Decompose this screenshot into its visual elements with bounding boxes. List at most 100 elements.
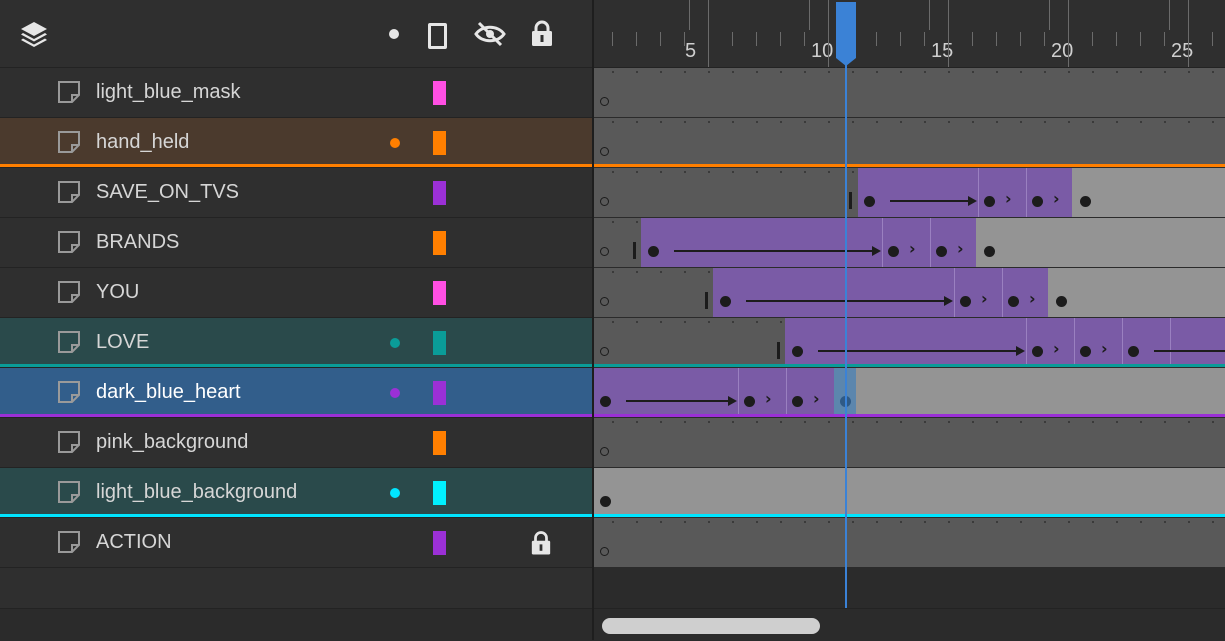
empty-keyframe[interactable] <box>600 297 609 306</box>
timeline-track[interactable] <box>594 418 1225 468</box>
layer-color-swatch[interactable] <box>433 131 446 155</box>
timeline-track[interactable] <box>594 468 1225 518</box>
timeline-track[interactable]: › › <box>594 318 1225 368</box>
layer-row[interactable]: light_blue_background <box>0 468 593 518</box>
keyframe[interactable] <box>1080 196 1091 207</box>
layer-row[interactable]: hand_held <box>0 118 593 168</box>
empty-keyframe[interactable] <box>600 197 609 206</box>
layer-lock-icon[interactable] <box>530 530 552 556</box>
frame-marker <box>660 421 662 423</box>
layer-row[interactable]: pink_background <box>0 418 593 468</box>
keyframe[interactable] <box>1008 296 1019 307</box>
layer-color-swatch[interactable] <box>433 481 446 505</box>
keyframe[interactable] <box>1032 196 1043 207</box>
layer-color-swatch[interactable] <box>433 231 446 255</box>
layer-active-dot[interactable] <box>390 138 400 148</box>
layer-name[interactable]: light_blue_background <box>96 481 297 504</box>
layer-name[interactable]: pink_background <box>96 431 248 454</box>
layer-row[interactable]: BRANDS <box>0 218 593 268</box>
layer-color-swatch[interactable] <box>433 431 446 455</box>
keyframe[interactable] <box>600 396 611 407</box>
empty-keyframe[interactable] <box>600 347 609 356</box>
lock-icon[interactable] <box>530 20 554 47</box>
keyframe[interactable] <box>984 196 995 207</box>
keyframe[interactable] <box>936 246 947 257</box>
layer-name[interactable]: ACTION <box>96 531 172 554</box>
keyframe[interactable] <box>1128 346 1139 357</box>
layer-name[interactable]: hand_held <box>96 131 189 154</box>
timeline-track[interactable] <box>594 518 1225 568</box>
layer-active-dot[interactable] <box>390 388 400 398</box>
layer-row[interactable]: LOVE <box>0 318 593 368</box>
hold-span[interactable] <box>834 368 1225 417</box>
empty-keyframe[interactable] <box>600 97 609 106</box>
visibility-off-icon[interactable] <box>474 20 506 48</box>
outline-icon[interactable] <box>428 23 447 49</box>
tween-chevron: › <box>813 389 820 408</box>
keyframe[interactable] <box>960 296 971 307</box>
keyframe[interactable] <box>744 396 755 407</box>
keyframe-divider <box>1026 168 1027 217</box>
timeline-track[interactable] <box>594 68 1225 118</box>
tween-span[interactable] <box>785 318 1225 367</box>
layer-row[interactable]: dark_blue_heart <box>0 368 593 418</box>
keyframe[interactable] <box>648 246 659 257</box>
empty-keyframe[interactable] <box>600 547 609 556</box>
layer-color-swatch[interactable] <box>433 531 446 555</box>
layer-row[interactable]: YOU <box>0 268 593 318</box>
layer-color-swatch[interactable] <box>433 81 446 105</box>
timeline-track[interactable] <box>594 118 1225 168</box>
tween-span[interactable] <box>594 368 834 417</box>
timeline-track[interactable]: › › <box>594 168 1225 218</box>
frame-ruler[interactable]: 5 10 15 20 25 <box>594 0 1225 68</box>
layer-color-swatch[interactable] <box>433 381 446 405</box>
layer-color-swatch[interactable] <box>433 281 446 305</box>
layer-name[interactable]: light_blue_mask <box>96 81 241 104</box>
keyframe[interactable] <box>600 496 611 507</box>
timeline-track[interactable]: › › <box>594 218 1225 268</box>
frame-marker <box>612 121 614 123</box>
layers-icon[interactable] <box>19 20 49 50</box>
tween-arrow <box>626 400 730 402</box>
frame-marker <box>636 221 638 223</box>
frame-marker <box>708 321 710 323</box>
tween-arrowhead <box>872 246 881 256</box>
layer-row[interactable]: ACTION <box>0 518 593 568</box>
layer-active-dot[interactable] <box>390 488 400 498</box>
keyframe[interactable] <box>864 196 875 207</box>
horizontal-scrollbar-thumb[interactable] <box>602 618 820 634</box>
layer-color-swatch[interactable] <box>433 181 446 205</box>
frame-marker <box>828 421 830 423</box>
keyframe[interactable] <box>1032 346 1043 357</box>
layer-name[interactable]: dark_blue_heart <box>96 381 241 404</box>
keyframe[interactable] <box>888 246 899 257</box>
layer-active-dot[interactable] <box>390 338 400 348</box>
layer-row[interactable]: SAVE_ON_TVS <box>0 168 593 218</box>
empty-keyframe[interactable] <box>600 147 609 156</box>
keyframe[interactable] <box>1056 296 1067 307</box>
empty-keyframe[interactable] <box>600 447 609 456</box>
keyframe[interactable] <box>1080 346 1091 357</box>
layer-name[interactable]: SAVE_ON_TVS <box>96 181 239 204</box>
tween-span[interactable] <box>713 268 1048 317</box>
tween-span[interactable] <box>641 218 976 267</box>
layer-name[interactable]: LOVE <box>96 331 149 354</box>
keyframe[interactable] <box>720 296 731 307</box>
playhead-handle[interactable] <box>834 2 858 68</box>
keyframe[interactable] <box>984 246 995 257</box>
timeline-track[interactable]: › › <box>594 268 1225 318</box>
keyframe[interactable] <box>792 396 803 407</box>
tween-span[interactable] <box>858 168 1072 217</box>
keyframe[interactable] <box>792 346 803 357</box>
ruler-tick <box>756 32 757 46</box>
timeline-track[interactable]: › › <box>594 368 1225 418</box>
hold-span[interactable] <box>594 468 1225 517</box>
frame-marker <box>636 321 638 323</box>
empty-keyframe[interactable] <box>600 247 609 256</box>
frame-marker <box>732 121 734 123</box>
dot-icon[interactable] <box>389 29 399 39</box>
layer-row[interactable]: light_blue_mask <box>0 68 593 118</box>
layer-color-swatch[interactable] <box>433 331 446 355</box>
layer-name[interactable]: YOU <box>96 281 139 304</box>
layer-name[interactable]: BRANDS <box>96 231 179 254</box>
